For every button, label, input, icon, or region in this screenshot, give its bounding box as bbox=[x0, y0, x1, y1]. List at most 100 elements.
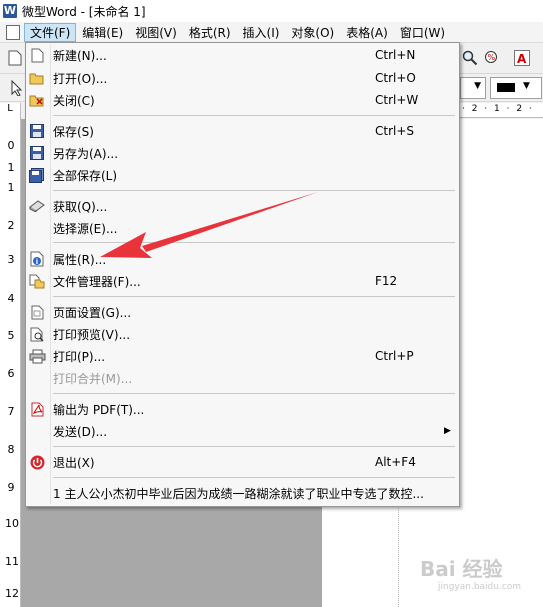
menu-item-label: 输出为 PDF(T)... bbox=[53, 402, 145, 417]
menu-item-label: 属性(R)... bbox=[53, 252, 107, 267]
vertical-ruler[interactable]: 0 1 1 2 3 4 5 6 7 8 9 10 11 12 bbox=[0, 119, 21, 607]
zoom-percent-icon[interactable]: % bbox=[481, 47, 503, 69]
menu-item-select-source[interactable]: 选择源(E)... bbox=[26, 217, 459, 239]
pdf-icon bbox=[28, 400, 46, 418]
menu-item-send[interactable]: 发送(D)... ▶ bbox=[26, 420, 459, 442]
ruler-number: 1 bbox=[7, 161, 15, 174]
ruler-number: 11 bbox=[5, 555, 19, 568]
menu-item-file-manager[interactable]: 文件管理器(F)... F12 bbox=[26, 270, 459, 292]
watermark-subtext: jingyan.baidu.com bbox=[438, 582, 522, 592]
menu-item-label: 全部保存(L) bbox=[53, 168, 118, 183]
menu-item-exit[interactable]: 退出(X) Alt+F4 bbox=[26, 451, 459, 473]
exit-icon bbox=[28, 453, 46, 471]
printer-icon bbox=[28, 347, 46, 365]
menu-item-label: 关闭(C) bbox=[53, 93, 95, 108]
new-doc-icon[interactable] bbox=[4, 47, 26, 69]
menu-item-shortcut: F12 bbox=[375, 274, 398, 288]
menu-item-print-merge: 打印合并(M)... bbox=[26, 367, 459, 389]
menu-item-shortcut: Ctrl+N bbox=[375, 48, 416, 62]
menu-table[interactable]: 表格(A) bbox=[340, 23, 394, 42]
menu-item-shortcut: Ctrl+W bbox=[375, 93, 419, 107]
menu-item-label: 选择源(E)... bbox=[53, 221, 118, 236]
close-doc-icon bbox=[28, 91, 46, 109]
watermark-logo: Bai 经验 jingyan.baidu.com bbox=[420, 553, 540, 603]
menu-separator bbox=[53, 393, 455, 394]
menu-item-label: 打印(P)... bbox=[53, 349, 106, 364]
menu-item-label: 页面设置(G)... bbox=[53, 305, 132, 320]
ruler-number: 0 bbox=[7, 139, 15, 152]
document-icon[interactable] bbox=[6, 24, 20, 40]
menu-item-print-preview[interactable]: 打印预览(V)... bbox=[26, 323, 459, 345]
menu-item-acquire[interactable]: 获取(Q)... bbox=[26, 195, 459, 217]
menu-file[interactable]: 文件(F) bbox=[24, 22, 77, 42]
svg-text:i: i bbox=[35, 258, 37, 266]
folder-open-icon bbox=[28, 69, 46, 87]
new-doc-icon bbox=[28, 46, 46, 64]
menu-item-shortcut: Ctrl+S bbox=[375, 124, 415, 138]
ruler-number: 12 bbox=[5, 587, 19, 600]
word-app-icon: W bbox=[3, 4, 17, 18]
menu-item-close[interactable]: 关闭(C) Ctrl+W bbox=[26, 89, 459, 111]
menu-item-label: 打印预览(V)... bbox=[53, 327, 131, 342]
menu-item-label: 打印合并(M)... bbox=[53, 371, 133, 386]
menu-item-label: 打开(O)... bbox=[53, 71, 108, 86]
ruler-number: 8 bbox=[7, 443, 15, 456]
menu-item-save[interactable]: 保存(S) Ctrl+S bbox=[26, 120, 459, 142]
chevron-down-icon: ▼ bbox=[523, 81, 530, 91]
chevron-down-icon: ▼ bbox=[474, 81, 481, 91]
menu-item-label: 发送(D)... bbox=[53, 424, 108, 439]
info-icon: i bbox=[28, 250, 46, 268]
menu-item-label: 保存(S) bbox=[53, 124, 94, 139]
menu-item-properties[interactable]: i 属性(R)... bbox=[26, 248, 459, 270]
menu-item-label: 退出(X) bbox=[53, 455, 95, 470]
color-select[interactable]: ▼ bbox=[490, 77, 542, 99]
horizontal-ruler[interactable]: · 2 · 1 · 2 · bbox=[460, 103, 543, 118]
ruler-number: 2 bbox=[7, 219, 15, 232]
svg-text:%: % bbox=[488, 53, 496, 62]
menu-item-label: 文件管理器(F)... bbox=[53, 274, 141, 289]
menu-view[interactable]: 视图(V) bbox=[129, 23, 183, 42]
zoom-icon[interactable] bbox=[459, 47, 481, 69]
window-title: 微型Word - [未命名 1] bbox=[22, 4, 146, 19]
menu-object[interactable]: 对象(O) bbox=[285, 23, 340, 42]
menu-edit[interactable]: 编辑(E) bbox=[76, 23, 129, 42]
menu-format[interactable]: 格式(R) bbox=[183, 23, 237, 42]
menu-insert[interactable]: 插入(I) bbox=[237, 23, 286, 42]
menu-item-open[interactable]: 打开(O)... Ctrl+O bbox=[26, 67, 459, 89]
file-menu: 新建(N)... Ctrl+N 打开(O)... Ctrl+O 关闭(C) Ct… bbox=[25, 42, 460, 507]
save-all-icon bbox=[28, 166, 46, 184]
menu-item-print[interactable]: 打印(P)... Ctrl+P bbox=[26, 345, 459, 367]
menu-item-shortcut: Alt+F4 bbox=[375, 455, 416, 469]
menu-item-recent-file[interactable]: 1 主人公小杰初中毕业后因为成绩一路糊涂就读了职业中专选了数控... bbox=[26, 482, 459, 504]
color-swatch bbox=[497, 83, 515, 92]
menu-item-label: 1 主人公小杰初中毕业后因为成绩一路糊涂就读了职业中专选了数控... bbox=[53, 486, 424, 501]
save-icon bbox=[28, 122, 46, 140]
menu-item-label: 获取(Q)... bbox=[53, 199, 108, 214]
font-color-icon[interactable]: A bbox=[511, 47, 533, 69]
menu-separator bbox=[53, 446, 455, 447]
menu-item-page-setup[interactable]: 页面设置(G)... bbox=[26, 301, 459, 323]
menu-item-new[interactable]: 新建(N)... Ctrl+N bbox=[26, 44, 459, 66]
ruler-number: 3 bbox=[7, 253, 15, 266]
ruler-number: 9 bbox=[7, 481, 15, 494]
print-preview-icon bbox=[28, 325, 46, 343]
font-size-select[interactable]: ▼ bbox=[460, 77, 486, 99]
watermark-text: Bai 经验 bbox=[420, 557, 503, 581]
menu-separator bbox=[53, 296, 455, 297]
ruler-number: 6 bbox=[7, 367, 15, 380]
ruler-corner-tab[interactable]: L bbox=[0, 103, 21, 120]
menu-item-shortcut: Ctrl+P bbox=[375, 349, 414, 363]
menu-item-export-pdf[interactable]: 输出为 PDF(T)... bbox=[26, 398, 459, 420]
menu-item-save-as[interactable]: 另存为(A)... bbox=[26, 142, 459, 164]
file-manager-icon bbox=[28, 272, 46, 290]
menu-item-shortcut: Ctrl+O bbox=[375, 71, 416, 85]
menu-separator bbox=[53, 190, 455, 191]
submenu-arrow-icon: ▶ bbox=[444, 426, 451, 436]
save-as-icon bbox=[28, 144, 46, 162]
menu-window[interactable]: 窗口(W) bbox=[394, 23, 451, 42]
scanner-icon bbox=[28, 197, 46, 215]
menu-separator bbox=[53, 115, 455, 116]
menu-item-label: 新建(N)... bbox=[53, 48, 107, 63]
ruler-number: 4 bbox=[7, 292, 15, 305]
menu-item-save-all[interactable]: 全部保存(L) bbox=[26, 164, 459, 186]
